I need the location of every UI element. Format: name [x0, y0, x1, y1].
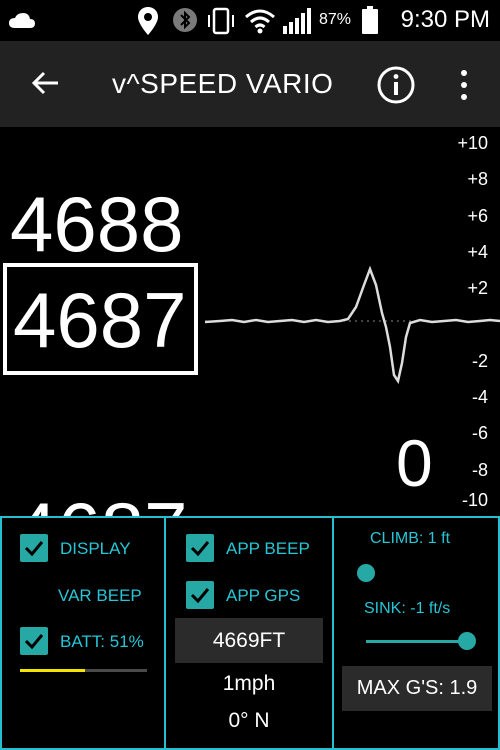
vertical-speed-readout: 0 [396, 426, 433, 500]
app-beep-label: APP BEEP [226, 539, 310, 558]
gps-altitude: 4669FT [175, 618, 323, 663]
battery-level-bar [20, 669, 147, 672]
app-title: v^SPEED VARIO [112, 68, 334, 99]
sink-slider-thumb[interactable] [458, 632, 476, 650]
panel-display: DISPLAY VAR BEEP BATT: 51% [0, 516, 166, 750]
checkmark-icon [190, 541, 210, 557]
battery-icon [362, 6, 378, 34]
display-checkbox[interactable] [20, 534, 48, 562]
app-beep-checkbox[interactable] [186, 534, 214, 562]
scale-tick: -6 [471, 423, 488, 443]
scale-tick: -8 [471, 460, 488, 480]
app-gps-checkbox[interactable] [186, 581, 214, 609]
climb-slider[interactable] [354, 563, 480, 583]
climb-label: CLIMB: 1 ft [370, 530, 451, 547]
scale-tick: +8 [467, 169, 488, 189]
info-icon[interactable] [376, 65, 416, 105]
sink-label: SINK: -1 ft/s [364, 600, 451, 617]
var-beep-button[interactable]: VAR BEEP [58, 586, 142, 606]
scale-tick: +10 [457, 133, 488, 153]
bluetooth-icon [173, 8, 197, 32]
vario-chart: 4688 4687 4687 0 +10 +8 +6 +4 +2 -2 -4 -… [0, 127, 500, 516]
battery-level-fill [20, 669, 85, 672]
checkmark-icon [190, 588, 210, 604]
scale-tick: +6 [467, 206, 488, 226]
battery-percent: 87% [319, 11, 352, 28]
vibrate-icon [208, 7, 234, 35]
checkmark-icon [24, 634, 44, 650]
signal-icon [283, 8, 311, 34]
sink-slider[interactable] [366, 632, 476, 652]
sink-slider-track [366, 640, 466, 643]
checkmark-icon [24, 541, 44, 557]
max-g-readout: MAX G'S: 1.9 [342, 666, 492, 711]
altitude-next: 4687 [14, 491, 188, 516]
cloud-icon [9, 13, 35, 28]
back-arrow-icon[interactable] [28, 65, 64, 101]
scale-tick: +4 [467, 242, 488, 262]
clock: 9:30 PM [400, 6, 490, 33]
location-pin-icon [138, 7, 158, 35]
status-bar: 87% 9:30 PM [0, 0, 500, 41]
more-menu-icon[interactable] [452, 65, 476, 105]
ground-speed: 1mph [222, 672, 276, 695]
scale-tick: +2 [467, 278, 488, 298]
batt-checkbox[interactable] [20, 627, 48, 655]
wifi-icon [245, 9, 275, 34]
altitude-current-box: 4687 [3, 263, 198, 375]
app-bar: v^SPEED VARIO [0, 41, 500, 127]
app-gps-label: APP GPS [226, 586, 301, 605]
battery-label: BATT: 51% [60, 632, 144, 651]
scale-tick: -10 [461, 490, 488, 510]
altitude-current: 4687 [13, 276, 187, 364]
heading: 0° N [228, 709, 270, 732]
panel-thresholds: CLIMB: 1 ft SINK: -1 ft/s MAX G'S: 1.9 [332, 516, 500, 750]
panel-app: APP BEEP APP GPS 4669FT 1mph 0° N [164, 516, 334, 750]
scale-tick: -4 [471, 387, 488, 407]
display-label: DISPLAY [60, 539, 131, 558]
climb-slider-thumb[interactable] [357, 564, 375, 582]
scale-tick: -2 [471, 351, 488, 371]
altitude-previous: 4688 [10, 180, 184, 268]
